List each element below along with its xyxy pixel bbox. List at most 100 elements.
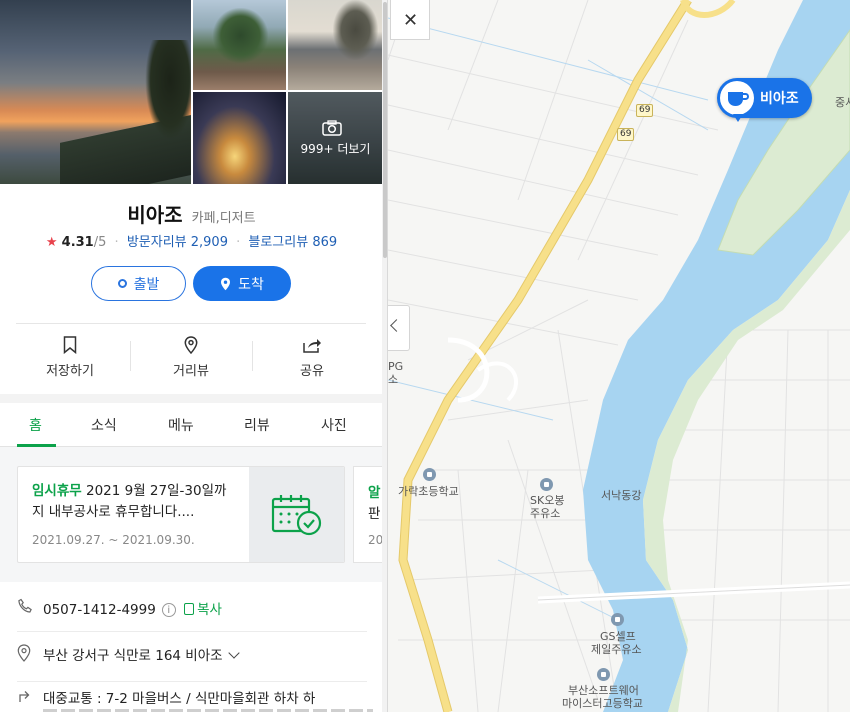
place-title-row: 비아조 카페,디저트 <box>0 199 383 228</box>
school-icon[interactable] <box>423 468 436 481</box>
address: 부산 강서구 식만로 164 비아조 <box>43 648 223 664</box>
notice-text: 임시휴무 2021 9월 27일-30일까지 내부공사로 휴무합니다.... <box>32 481 237 523</box>
marker-tail <box>733 114 743 122</box>
tab-bar: 홈 소식 메뉴 리뷰 사진 <box>0 403 383 447</box>
chevron-left-icon <box>390 319 403 332</box>
bridge-road-edge <box>537 584 850 601</box>
chevron-down-icon[interactable] <box>227 647 240 659</box>
photo-more-label: 999+ 더보기 <box>300 142 371 156</box>
marker-icon-circle <box>720 81 754 115</box>
separator-dot: · <box>114 235 119 250</box>
section-gap <box>0 394 383 403</box>
tab-news[interactable]: 소식 <box>91 415 117 435</box>
arrive-label: 도착 <box>238 276 264 293</box>
save-label: 저장하기 <box>46 364 94 379</box>
location-pin-icon <box>221 277 231 290</box>
transit-text: 대중교통 : 7-2 마을버스 / 식만마을회관 하차 하 <box>43 691 316 707</box>
notice-carousel: 임시휴무 2021 9월 27일-30일까지 내부공사로 휴무합니다.... 2… <box>0 447 387 582</box>
visitor-reviews-link[interactable]: 방문자리뷰 2,909 <box>127 235 228 250</box>
photo-thumb-3[interactable] <box>193 92 286 184</box>
share-button[interactable]: 공유 <box>252 336 372 379</box>
origin-dot-icon <box>117 279 127 288</box>
marker-label: 비아조 <box>760 91 799 107</box>
arrive-button[interactable]: 도착 <box>193 266 291 301</box>
photo-thumb-1[interactable] <box>193 0 286 90</box>
camera-icon <box>322 120 342 136</box>
place-detail-panel: 999+ 더보기 비아조 카페,디저트 ★ 4.31/5 · 방문자리뷰 2,9… <box>0 0 388 712</box>
share-label: 공유 <box>300 364 324 379</box>
place-marker[interactable]: 비아조 <box>717 78 812 122</box>
calendar-check-icon <box>271 495 322 536</box>
map-label-school[interactable]: 마이스터고등학교 <box>562 697 643 710</box>
separator-dot: · <box>236 235 241 250</box>
photo-tree-shape <box>145 40 191 140</box>
map-label-partial: PG <box>388 360 404 373</box>
notice-card[interactable]: 임시휴무 2021 9월 27일-30일까지 내부공사로 휴무합니다.... 2… <box>17 466 345 563</box>
photo-more-overlay <box>288 92 383 184</box>
map-label-partial: 중서 <box>835 96 850 109</box>
blog-reviews-link[interactable]: 블로그리뷰 869 <box>248 235 337 250</box>
star-icon: ★ <box>45 235 58 250</box>
divider <box>16 323 366 324</box>
bookmark-icon <box>63 336 77 354</box>
map-label-gas-station[interactable]: GS셀프 <box>600 630 636 643</box>
notice-thumbnail <box>249 467 344 562</box>
rating-value: 4.31 <box>61 235 94 250</box>
save-button[interactable]: 저장하기 <box>10 336 130 379</box>
copy-button[interactable]: 복사 <box>184 602 222 618</box>
photo-tree-shape <box>333 0 378 60</box>
phone-icon <box>18 598 32 613</box>
collapse-panel-button[interactable] <box>388 305 410 351</box>
street-view-label: 거리뷰 <box>173 364 209 379</box>
scrollbar-thumb[interactable] <box>383 2 387 258</box>
photo-main[interactable] <box>0 0 191 184</box>
depart-label: 출발 <box>133 276 160 293</box>
photo-more[interactable]: 999+ 더보기 <box>288 92 383 184</box>
address-text: 부산 강서구 식만로 164 비아조 <box>43 644 240 664</box>
depart-button[interactable]: 출발 <box>91 266 186 301</box>
transit-text-overflow <box>43 707 373 712</box>
phone-number[interactable]: 0507-1412-4999 <box>43 602 156 618</box>
directions-icon <box>19 691 30 702</box>
phone-row: 0507-1412-4999 i 복사 <box>17 598 367 632</box>
location-pin-outline-icon <box>17 644 31 662</box>
close-icon: ✕ <box>403 10 419 31</box>
coffee-cup-icon <box>728 92 749 106</box>
map-label-partial: 소 <box>388 373 399 386</box>
map-label-gas-station[interactable]: SK오봉 <box>530 494 564 507</box>
map-label-river: 서낙동강 <box>601 489 642 502</box>
transit-row: 대중교통 : 7-2 마을버스 / 식만마을회관 하차 하 <box>17 687 373 712</box>
street-view-button[interactable]: 거리뷰 <box>131 336 251 379</box>
tab-menu[interactable]: 메뉴 <box>168 415 194 435</box>
notice-body: 판 <box>368 506 381 522</box>
place-name: 비아조 <box>127 203 183 227</box>
rating-row: ★ 4.31/5 · 방문자리뷰 2,909 · 블로그리뷰 869 <box>0 231 383 250</box>
rating-max: /5 <box>93 235 107 250</box>
map-label-school[interactable]: 부산소프트웨어 <box>568 684 639 697</box>
gas-station-icon[interactable] <box>540 478 553 491</box>
road-number-badge: 69 <box>617 128 635 141</box>
info-icon[interactable]: i <box>161 603 176 617</box>
gas-station-icon[interactable] <box>611 613 624 626</box>
location-pin-outline-icon <box>184 336 198 354</box>
road-number-badge: 69 <box>636 104 654 117</box>
notice-date: 2021.09.27. ~ 2021.09.30. <box>32 533 195 547</box>
photo-tree-shape <box>213 8 268 63</box>
phone-text: 0507-1412-4999 i 복사 <box>43 598 222 618</box>
tab-home[interactable]: 홈 <box>29 415 42 435</box>
map-label-school[interactable]: 가락초등학교 <box>398 485 459 498</box>
school-icon[interactable] <box>597 668 610 681</box>
map-label-gas-station[interactable]: 주유소 <box>530 507 560 520</box>
tab-photo[interactable]: 사진 <box>321 415 347 435</box>
place-category: 카페,디저트 <box>191 211 256 226</box>
address-row[interactable]: 부산 강서구 식만로 164 비아조 <box>17 644 367 682</box>
copy-icon <box>184 603 195 615</box>
copy-label: 복사 <box>197 602 222 618</box>
notice-tag: 알 <box>368 485 381 501</box>
close-button[interactable]: ✕ <box>390 0 430 40</box>
map-label-gas-station[interactable]: 제일주유소 <box>591 643 642 656</box>
tab-review[interactable]: 리뷰 <box>244 415 270 435</box>
notice-tag: 임시휴무 <box>32 483 82 499</box>
share-icon <box>303 339 321 353</box>
photo-thumb-2[interactable] <box>288 0 383 90</box>
